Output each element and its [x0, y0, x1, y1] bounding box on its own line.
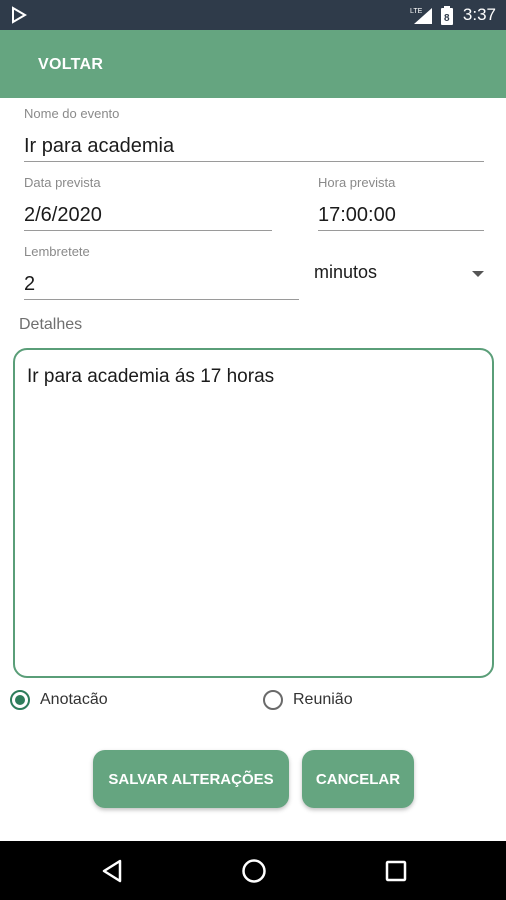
- radio-unchecked-icon: [263, 690, 283, 710]
- save-button[interactable]: SALVAR ALTERAÇÕES: [93, 750, 289, 808]
- play-store-icon: [10, 6, 28, 29]
- radio-anotacao[interactable]: Anotacão: [10, 688, 108, 712]
- details-textarea[interactable]: Ir para academia ás 17 horas: [13, 348, 494, 678]
- svg-text:8: 8: [444, 13, 450, 24]
- lte-signal-icon: LTE: [410, 5, 434, 30]
- svg-text:LTE: LTE: [410, 8, 423, 15]
- cancel-button[interactable]: CANCELAR: [302, 750, 414, 808]
- date-label: Data prevista: [24, 175, 101, 190]
- date-input[interactable]: 2/6/2020: [24, 201, 272, 231]
- event-name-label: Nome do evento: [24, 106, 120, 121]
- radio-reuniao[interactable]: Reunião: [263, 688, 353, 712]
- dropdown-arrow-icon: [472, 271, 484, 277]
- navigation-bar: [0, 841, 506, 900]
- recents-square-icon[interactable]: [384, 858, 408, 889]
- back-triangle-icon[interactable]: [100, 858, 124, 889]
- toolbar: VOLTAR: [0, 30, 506, 98]
- back-button[interactable]: VOLTAR: [38, 56, 103, 74]
- event-name-input[interactable]: Ir para academia: [24, 132, 484, 162]
- time-label: Hora prevista: [318, 175, 396, 190]
- status-bar: LTE 8 3:37: [0, 0, 506, 30]
- details-label: Detalhes: [19, 316, 83, 333]
- radio-reuniao-label: Reunião: [293, 691, 353, 708]
- home-circle-icon[interactable]: [241, 858, 267, 889]
- reminder-input[interactable]: 2: [24, 270, 299, 300]
- battery-icon: 8: [441, 6, 453, 30]
- reminder-unit-value: minutos: [314, 262, 378, 282]
- reminder-unit-select[interactable]: minutos: [314, 262, 484, 292]
- reminder-label: Lembretete: [24, 244, 90, 259]
- radio-checked-icon: [10, 690, 30, 710]
- time-input[interactable]: 17:00:00: [318, 201, 484, 231]
- clock: 3:37: [462, 5, 496, 24]
- radio-anotacao-label: Anotacão: [40, 691, 108, 708]
